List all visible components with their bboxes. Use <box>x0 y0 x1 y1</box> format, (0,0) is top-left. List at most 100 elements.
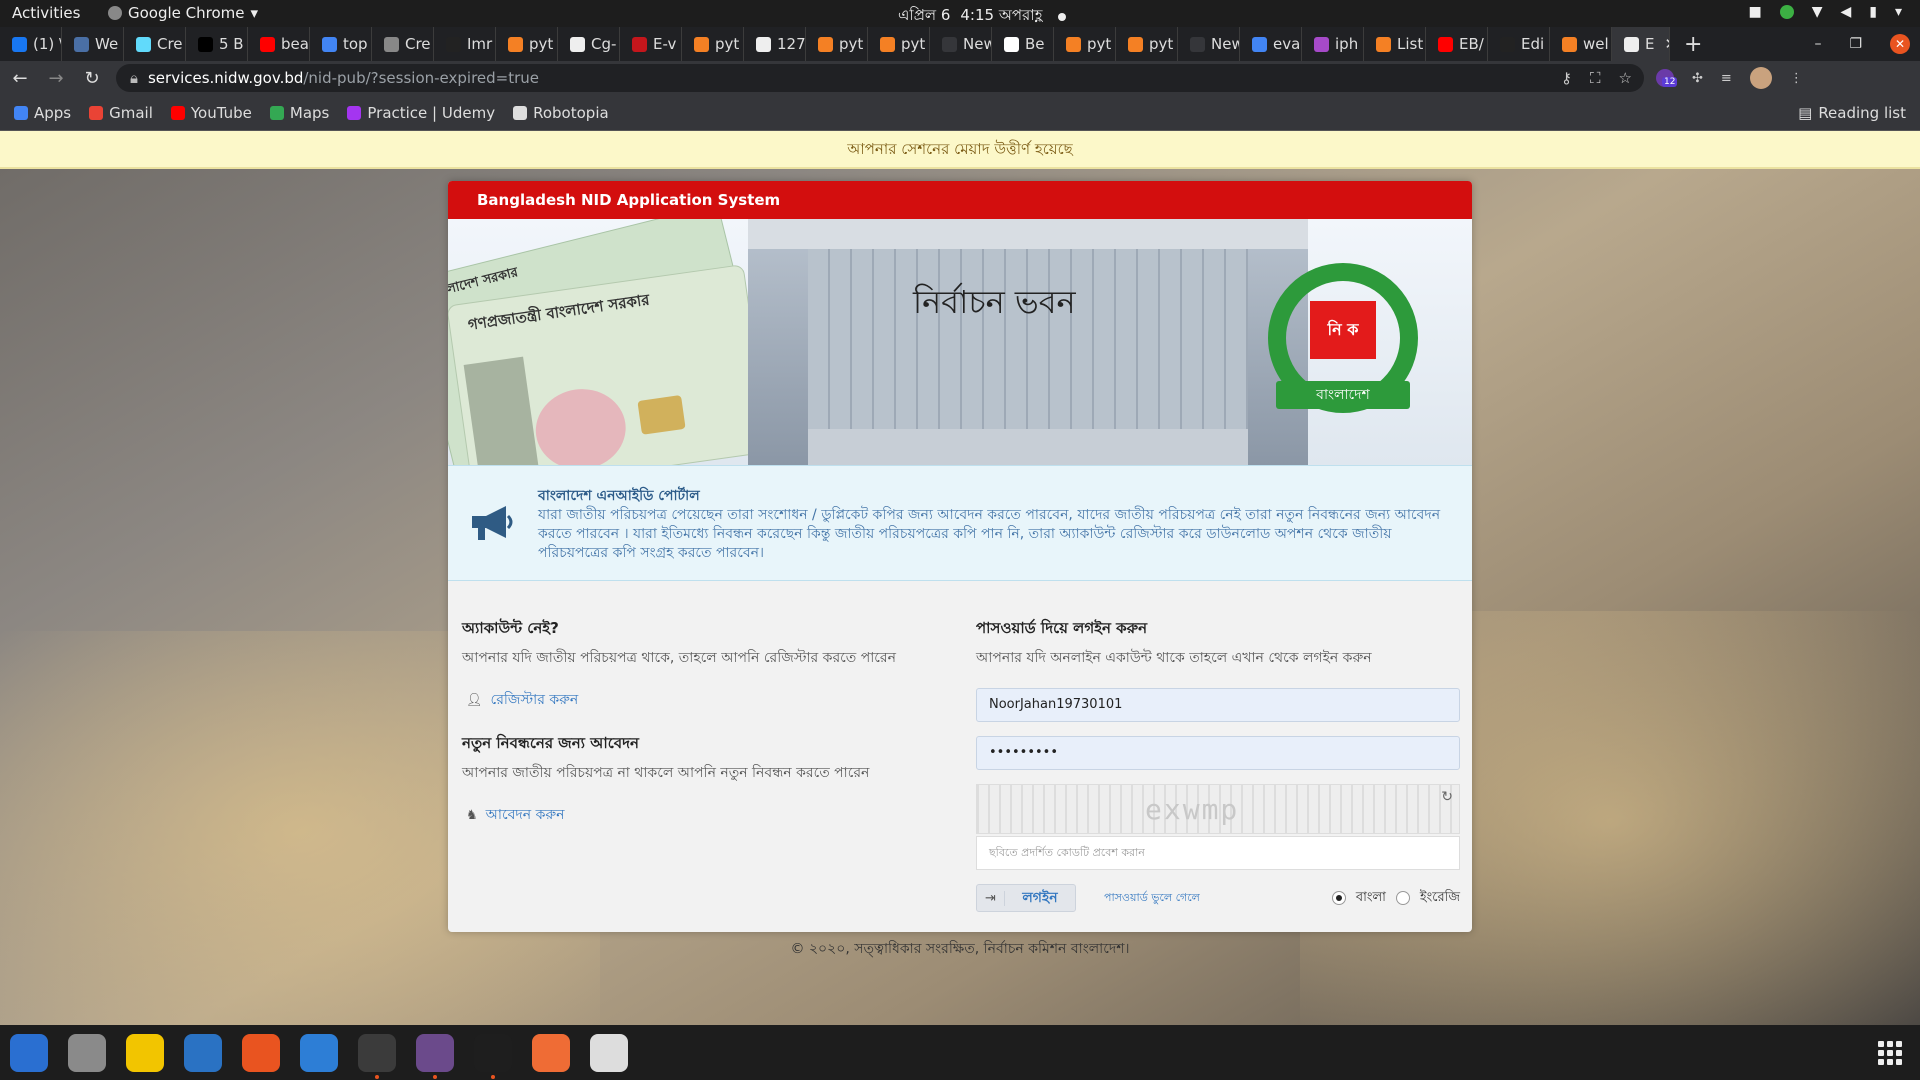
browser-tab[interactable]: pyt <box>682 27 744 61</box>
browser-tab[interactable]: New T <box>1178 27 1240 61</box>
tab-title: wel <box>1583 35 1609 53</box>
building-top <box>748 219 1308 249</box>
activities-button[interactable]: Activities <box>12 4 80 22</box>
apply-link[interactable]: ♞ আবেদন করুন <box>466 803 942 827</box>
power-menu-icon[interactable]: ▾ <box>1895 4 1902 20</box>
forgot-password-link[interactable]: পাসওয়ার্ড ভুলে গেলে <box>1104 889 1200 908</box>
rhythmbox-icon[interactable] <box>126 1033 164 1072</box>
bookmarks-bar: Apps Gmail YouTube Maps Practice | Udemy Robo… <box>0 95 1920 131</box>
puzzle-icon[interactable]: ✣ <box>1692 71 1703 86</box>
captcha-input[interactable]: ছবিতে প্রদর্শিত কোডটি প্রবেশ করান <box>976 836 1460 870</box>
address-bar[interactable]: 🔒︎ services.nidw.gov.bd /nid-pub/?sessio… <box>116 64 1644 92</box>
browser-tab[interactable]: Cg- <box>558 27 620 61</box>
browser-tab[interactable]: eva <box>1240 27 1302 61</box>
register-link-label[interactable]: রেজিস্টার করুন <box>491 688 579 712</box>
refresh-captcha-icon[interactable]: ↻ <box>1441 789 1453 805</box>
browser-tab[interactable]: pyt <box>1054 27 1116 61</box>
files-icon[interactable] <box>68 1033 106 1072</box>
show-applications-icon[interactable] <box>1878 1041 1902 1065</box>
apply-link-label[interactable]: আবেদন করুন <box>486 803 565 827</box>
vscode-icon[interactable] <box>474 1033 512 1079</box>
browser-tab[interactable]: List <box>1364 27 1426 61</box>
browser-tab[interactable]: We <box>62 27 124 61</box>
browser-tab[interactable]: iph <box>1302 27 1364 61</box>
clock[interactable]: এপ্রিল 6 4:15 অপরাহ্ণ <box>898 4 1067 29</box>
tab-title: pyt <box>1149 35 1174 53</box>
user-icon: 👤︎ <box>466 692 483 708</box>
username-field[interactable]: NoorJahan19730101 <box>976 688 1460 722</box>
browser-tab[interactable]: 5 B <box>186 27 248 61</box>
minimize-button[interactable]: – <box>1814 36 1821 52</box>
tab-close-icon[interactable]: ✕ <box>1664 35 1669 53</box>
browser-tab[interactable]: wel <box>1550 27 1612 61</box>
tab-title: Be <box>1025 35 1045 53</box>
browser-tab[interactable]: Cre <box>372 27 434 61</box>
browser-tab[interactable]: pyt <box>868 27 930 61</box>
bookmark-gmail[interactable]: Gmail <box>89 104 153 122</box>
wifi-icon[interactable]: ▼ <box>1812 4 1823 20</box>
help-icon[interactable] <box>300 1033 338 1072</box>
ballot-box-icon: নি ক <box>1310 301 1376 359</box>
browser-tab[interactable]: Be <box>992 27 1054 61</box>
app-menu-label: Google Chrome <box>128 4 245 22</box>
volume-icon[interactable]: ◀ <box>1840 4 1851 20</box>
no-account-title: অ্যাকাউন্ট নেই? <box>462 619 559 637</box>
back-button[interactable]: ← <box>4 68 36 89</box>
bookmark-maps[interactable]: Maps <box>269 104 329 122</box>
tab-favicon-icon <box>1314 36 1329 52</box>
chrome-icon[interactable] <box>358 1033 396 1079</box>
restore-button[interactable]: ❐ <box>1849 36 1862 52</box>
battery-icon[interactable]: ▮ <box>1869 4 1877 20</box>
browser-tab[interactable]: Imr <box>434 27 496 61</box>
writer-icon[interactable] <box>184 1033 222 1072</box>
login-button[interactable]: ⇥ লগইন <box>976 884 1076 912</box>
new-registration-desc: আপনার জাতীয় পরিচয়পত্র না থাকলে আপনি নত… <box>462 765 870 781</box>
translate-icon[interactable]: ⛶ <box>1590 69 1601 87</box>
software-icon[interactable] <box>242 1033 280 1072</box>
bookmark-apps[interactable]: Apps <box>14 104 71 122</box>
browser-tab[interactable]: 127 <box>744 27 806 61</box>
key-icon[interactable]: ⚷ <box>1561 69 1572 87</box>
forward-button[interactable]: → <box>40 68 72 89</box>
extension-badge-icon[interactable]: 12 <box>1656 69 1678 87</box>
english-radio[interactable] <box>1395 891 1410 905</box>
browser-tab[interactable]: New T <box>930 27 992 61</box>
browser-tab[interactable]: pyt <box>1116 27 1178 61</box>
lock-icon[interactable]: 🔒︎ <box>130 69 138 87</box>
system-tray[interactable]: ■ ▼ ◀ ▮ ▾ <box>1748 4 1902 20</box>
camera-icon[interactable]: ■ <box>1748 4 1761 20</box>
tab-favicon-icon <box>1500 36 1515 52</box>
new-tab-button[interactable]: + <box>1684 32 1702 57</box>
thunderbird-icon[interactable] <box>10 1033 48 1072</box>
browser-tab[interactable]: E-v <box>620 27 682 61</box>
browser-tab[interactable]: top <box>310 27 372 61</box>
reading-list-button[interactable]: ▤ Reading list <box>1798 104 1906 122</box>
menu-kebab-icon[interactable]: ⋮ <box>1790 71 1803 86</box>
video-icon[interactable] <box>416 1033 454 1079</box>
browser-tab[interactable]: pyt <box>496 27 558 61</box>
update-icon[interactable] <box>1779 5 1794 19</box>
browser-tab[interactable]: (1) \ <box>0 27 62 61</box>
screenshot-icon[interactable] <box>590 1033 628 1072</box>
postman-icon[interactable] <box>532 1033 570 1072</box>
reload-button[interactable]: ↻ <box>76 68 108 89</box>
password-field[interactable]: ••••••••• <box>976 736 1460 770</box>
tab-title: pyt <box>901 35 926 53</box>
browser-tab[interactable]: E✕ <box>1612 27 1670 61</box>
profile-avatar[interactable] <box>1749 67 1772 89</box>
close-window-button[interactable]: ✕ <box>1890 34 1910 54</box>
bookmark-practice-udemy[interactable]: Practice | Udemy <box>347 104 495 122</box>
bookmark-youtube[interactable]: YouTube <box>170 104 252 122</box>
media-control-icon[interactable]: ≡ <box>1721 71 1732 86</box>
browser-tab[interactable]: pyt <box>806 27 868 61</box>
browser-tab[interactable]: Edi <box>1488 27 1550 61</box>
bangla-radio[interactable] <box>1331 891 1346 905</box>
browser-tab[interactable]: Cre <box>124 27 186 61</box>
bookmark-star-icon[interactable]: ☆ <box>1619 69 1632 87</box>
browser-tab[interactable]: bea <box>248 27 310 61</box>
bookmark-label: Practice | Udemy <box>367 103 496 122</box>
bookmark-robotopia[interactable]: Robotopia <box>513 104 609 122</box>
browser-tab[interactable]: EB/ <box>1426 27 1488 61</box>
app-menu[interactable]: Google Chrome ▾ <box>108 4 258 22</box>
register-link[interactable]: 👤︎ রেজিস্টার করুন <box>466 688 942 712</box>
